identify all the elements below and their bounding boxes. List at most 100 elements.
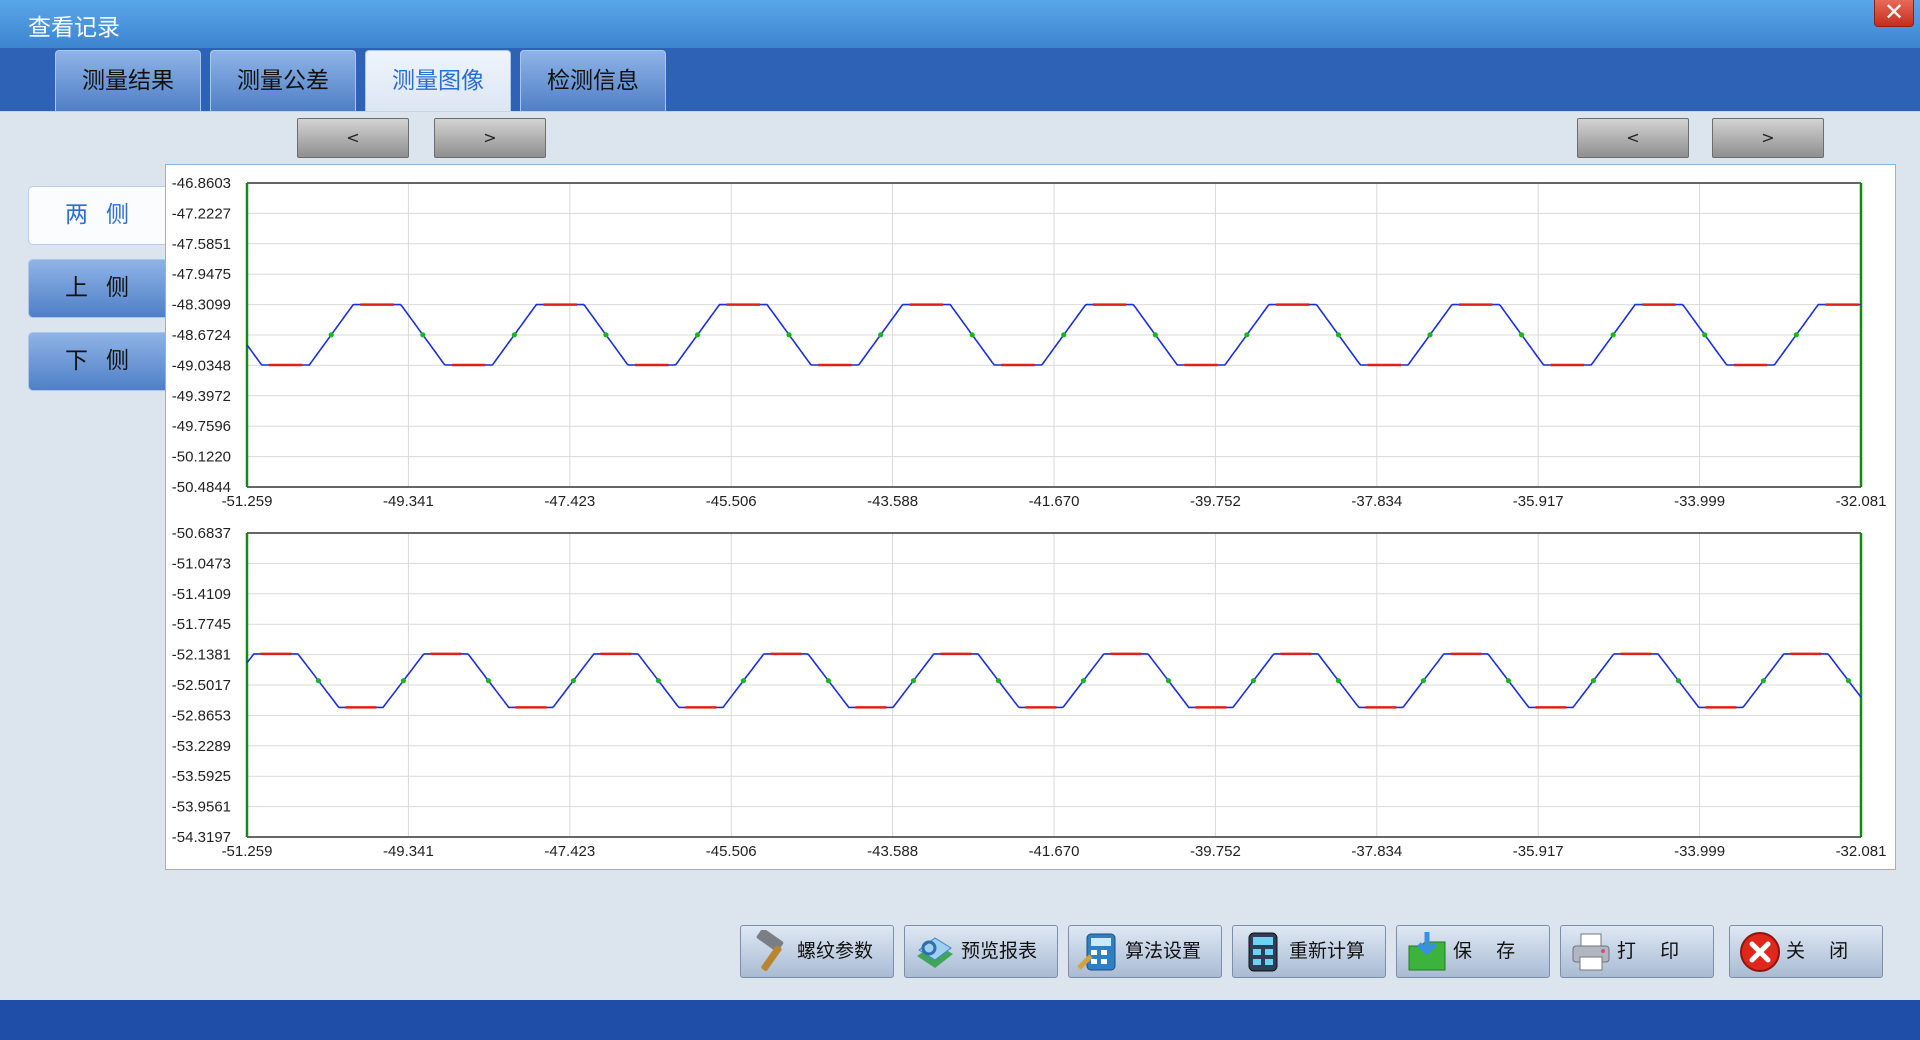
y-tick-label: -48.3099 <box>172 297 231 314</box>
x-tick-label: -33.999 <box>1674 493 1725 510</box>
y-tick-label: -52.1381 <box>172 647 231 664</box>
flank-point <box>1793 332 1799 338</box>
flank-point <box>315 678 322 684</box>
x-tick-label: -49.341 <box>383 493 434 510</box>
flank-point <box>969 332 975 338</box>
x-tick-label: -43.588 <box>867 493 918 510</box>
save-folder-icon <box>1408 932 1446 971</box>
flank-point <box>995 678 1002 684</box>
window-close-button[interactable]: ✕ <box>1874 0 1914 27</box>
x-tick-label: -41.670 <box>1029 493 1080 510</box>
y-tick-label: -49.7596 <box>172 418 231 435</box>
thread-params-button[interactable]: 螺纹参数 <box>740 925 894 978</box>
flank-point <box>1080 678 1087 684</box>
report-icon <box>917 937 953 968</box>
close-red-icon <box>1740 932 1780 972</box>
preview-report-button[interactable]: 预览报表 <box>904 925 1058 978</box>
y-tick-label: -51.7745 <box>172 616 231 633</box>
prev-left-button[interactable]: < <box>297 118 409 158</box>
prev-right-button[interactable]: < <box>1577 118 1689 158</box>
y-tick-label: -47.9475 <box>172 266 231 283</box>
flank-point <box>825 678 832 684</box>
x-tick-label: -39.752 <box>1190 493 1241 510</box>
flank-point <box>1335 678 1342 684</box>
flank-point <box>1590 678 1597 684</box>
tab-inspection-info[interactable]: 检测信息 <box>520 50 666 111</box>
recalculate-button[interactable]: 重新计算 <box>1232 925 1386 978</box>
next-right-button[interactable]: > <box>1712 118 1824 158</box>
hammer-icon <box>756 930 784 971</box>
x-tick-label: -43.588 <box>867 843 918 860</box>
chart-panel: -46.8603 -47.2227 -47.5851 -47.9475 -48.3099… <box>165 164 1896 870</box>
recalculate-label: 重新计算 <box>1289 940 1366 962</box>
status-bar <box>0 1000 1920 1040</box>
flank-point <box>1061 332 1067 338</box>
x-tick-label: -49.341 <box>383 843 434 860</box>
y-tick-label: -52.5017 <box>172 677 231 694</box>
y-tick-label: -53.9561 <box>172 799 231 816</box>
calculator-icon <box>1248 932 1278 972</box>
x-tick-label: -32.081 <box>1836 843 1887 860</box>
y-tick-label: -53.2289 <box>172 738 231 755</box>
y-tick-label: -53.5925 <box>172 768 231 785</box>
title-bar: 查看记录 ✕ <box>0 0 1920 48</box>
flank-point <box>603 332 609 338</box>
x-tick-label: -47.423 <box>544 493 595 510</box>
x-tick-label: -37.834 <box>1351 843 1402 860</box>
flank-point <box>328 332 334 338</box>
x-tick-label: -32.081 <box>1836 493 1887 510</box>
x-tick-label: -45.506 <box>706 843 757 860</box>
flank-point <box>1244 332 1250 338</box>
flank-point <box>570 678 577 684</box>
algorithm-settings-button[interactable]: 算法设置 <box>1068 925 1222 978</box>
x-tick-label: -35.917 <box>1513 843 1564 860</box>
chart-upper: -46.8603 -47.2227 -47.5851 -47.9475 -48.3099… <box>172 175 1887 510</box>
flank-point <box>1760 678 1767 684</box>
flank-point <box>1702 332 1708 338</box>
x-tick-label: -37.834 <box>1351 493 1402 510</box>
flank-point <box>420 332 426 338</box>
flank-point <box>1518 332 1525 338</box>
chart-lower: -50.6837 -51.0473 -51.4109 -51.7745 -52.1381… <box>172 525 1887 860</box>
x-tick-label: -41.670 <box>1029 843 1080 860</box>
flank-point <box>1845 678 1852 684</box>
profile-charts: -46.8603 -47.2227 -47.5851 -47.9475 -48.3099… <box>172 175 1887 860</box>
y-tick-label: -47.5851 <box>172 236 231 253</box>
tab-measure-image[interactable]: 测量图像 <box>365 50 511 112</box>
x-tick-label: -47.423 <box>544 843 595 860</box>
algorithm-settings-label: 算法设置 <box>1125 940 1202 962</box>
flank-point <box>878 332 884 338</box>
tab-measure-result[interactable]: 测量结果 <box>55 50 201 111</box>
flank-point <box>1505 678 1512 684</box>
window-title: 查看记录 <box>28 15 120 41</box>
flank-point <box>1610 332 1616 338</box>
printer-icon <box>1572 933 1610 971</box>
side-lower-button[interactable]: 下侧 <box>28 332 165 391</box>
next-left-button[interactable]: > <box>434 118 546 158</box>
flank-point <box>740 678 747 684</box>
close-label: 关 闭 <box>1786 940 1849 962</box>
flank-point <box>1427 332 1433 338</box>
flank-point <box>400 678 407 684</box>
y-tick-label: -47.2227 <box>172 205 231 222</box>
print-button[interactable]: 打 印 <box>1560 925 1714 978</box>
calculator-settings-icon <box>1077 933 1116 971</box>
y-tick-label: -51.4109 <box>172 586 231 603</box>
close-button[interactable]: 关 闭 <box>1729 925 1883 978</box>
side-upper-button[interactable]: 上侧 <box>28 259 165 318</box>
y-tick-label: -49.3972 <box>172 388 231 405</box>
y-tick-label: -48.6724 <box>172 327 231 344</box>
y-tick-label: -49.0348 <box>172 357 231 374</box>
flank-point <box>655 678 662 684</box>
flank-point <box>511 332 517 338</box>
save-button[interactable]: 保 存 <box>1396 925 1550 978</box>
flank-point <box>786 332 792 338</box>
side-both-button[interactable]: 两侧 <box>28 186 165 245</box>
y-tick-label: -50.1220 <box>172 449 231 466</box>
flank-point <box>694 332 701 338</box>
x-tick-label: -51.259 <box>222 843 273 860</box>
flank-point <box>1335 332 1342 338</box>
x-tick-label: -45.506 <box>706 493 757 510</box>
tab-measure-tolerance[interactable]: 测量公差 <box>210 50 356 111</box>
preview-report-label: 预览报表 <box>961 940 1038 962</box>
